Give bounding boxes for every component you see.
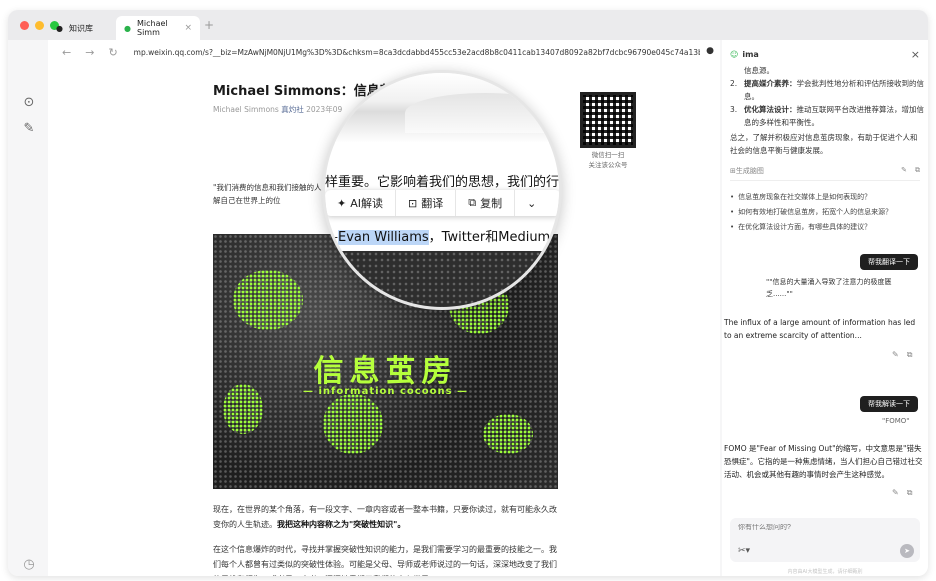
copy-icon: ⧉ xyxy=(468,196,477,209)
panel-header: ☺ ima × xyxy=(730,46,920,62)
copy-icon[interactable]: ⧉ xyxy=(915,166,920,176)
ima-logo-icon: ☺ xyxy=(730,49,739,59)
qr-caption-line: 微信扫一扫 xyxy=(591,151,625,159)
cover-title: 信息茧房 xyxy=(313,354,458,389)
title-bar: ● 知识库 ● Michael Simm × + xyxy=(8,10,928,40)
fomo-answer: FOMO 是"Fear of Missing Out"的缩写，中文意思是"错失恐… xyxy=(724,444,923,479)
article-author: Michael Simmons xyxy=(213,105,279,114)
answer-actions: ✎ ⧉ xyxy=(892,350,912,360)
pin-icon: ● xyxy=(56,23,63,33)
button-label: 复制 xyxy=(480,197,503,210)
left-rail: ⊙ ✎ ◷ xyxy=(8,40,48,576)
translate-request-bubble: 帮我翻译一下 xyxy=(860,254,918,270)
translate-icon: ⊡ xyxy=(408,196,418,210)
bookmark-icon[interactable]: ● xyxy=(706,46,714,56)
answer-body: 信息源。 2. 提高媒介素养：学会批判性地分析和评估所接收到的信息。 3. 优化… xyxy=(730,64,924,157)
mindmap-label: 生成脑图 xyxy=(735,167,764,175)
answer-actions: ⊞生成脑图 ✎ ⧉ xyxy=(730,166,920,176)
answer-text: 信息源。 xyxy=(744,66,774,75)
magnified-prefix: — xyxy=(325,230,338,245)
copy-icon[interactable]: ⧉ xyxy=(907,488,913,498)
magnified-line: 样重要。它影响着我们的思想，我们的行为， xyxy=(325,175,562,190)
wechat-icon: ● xyxy=(124,23,131,33)
qr-caption: 微信扫一扫 关注该公众号 xyxy=(568,150,648,170)
scissors-icon[interactable]: ✂▾ xyxy=(738,546,750,556)
paragraph-bold-text: 我把这种内容称之为"突破性知识"。 xyxy=(277,520,406,529)
suggested-questions: • 信息茧房现象在社交媒体上是如何表现的？ • 如何有效地打破信息茧房，拓宽个人的信… xyxy=(730,190,924,235)
qr-caption-line: 关注该公众号 xyxy=(588,161,628,169)
sparkle-icon: ✦ xyxy=(337,196,347,210)
history-icon[interactable]: ◷ xyxy=(22,558,36,572)
close-window-button[interactable] xyxy=(20,21,29,30)
back-icon[interactable]: ← xyxy=(62,46,71,59)
edit-icon[interactable]: ✎ xyxy=(22,122,36,136)
copy-icon[interactable]: ⧉ xyxy=(907,350,913,360)
tab-label: Michael Simm xyxy=(136,19,168,37)
send-icon[interactable]: ➤ xyxy=(900,544,914,558)
magnifier-overlay: 样重要。它影响着我们的思想，我们的行为， ✦ AI解读 ⊡ 翻译 ⧉ 复制 ⌄ … xyxy=(322,70,562,310)
ima-side-panel: ☺ ima × 信息源。 2. 提高媒介素养：学会批判性地分析和评估所接收到的信… xyxy=(722,40,928,576)
translate-button[interactable]: ⊡ 翻译 xyxy=(396,190,457,216)
tab-knowledge-base[interactable]: ● 知识库 xyxy=(48,16,114,40)
url-field[interactable]: mp.weixin.qq.com/s?__biz=MzAwNjM0NjU1Mg%… xyxy=(134,48,700,57)
ai-explain-button[interactable]: ✦ AI解读 xyxy=(325,190,396,216)
edit-icon[interactable]: ✎ xyxy=(892,350,899,360)
chat-input[interactable] xyxy=(738,524,888,531)
article-paragraph: 现在，在世界的某个角落，有一段文字、一章内容或者一整本书籍，只要你读过，就有可能… xyxy=(213,502,563,532)
explain-request-bubble: 帮我解读一下 xyxy=(860,396,918,412)
browser-window: ● 知识库 ● Michael Simm × + ⊙ ✎ ◷ ← → ↻ mp.… xyxy=(8,10,928,576)
chat-input-box: ✂▾ ➤ xyxy=(730,518,920,562)
panel-title: ima xyxy=(742,49,759,59)
forward-icon[interactable]: → xyxy=(85,46,94,59)
qr-code xyxy=(580,92,636,148)
answer-list-item: 3. 优化算法设计：推动互联网平台改进推荐算法，增加信息的多样性和平衡性。 xyxy=(730,103,924,129)
answer-actions: ✎ ⧉ xyxy=(892,488,912,498)
suggestion-text: 如何有效地打破信息茧房，拓宽个人的信息来源？ xyxy=(738,208,893,216)
suggestion-item[interactable]: • 信息茧房现象在社交媒体上是如何表现的？ xyxy=(730,190,924,205)
article-meta: Michael Simmons 真灼社 2023年09 xyxy=(213,104,342,115)
answer-summary: 总之，了解并积极应对信息茧房现象，有助于促进个人和社会的信息平衡与健康发展。 xyxy=(730,133,918,155)
list-number: 3. xyxy=(730,105,738,114)
magnified-selection-line: —Evan Williams，Twitter和Medium的联合创 xyxy=(325,226,562,245)
list-number: 2. xyxy=(730,79,738,88)
tab-article[interactable]: ● Michael Simm × xyxy=(116,16,200,40)
suggestion-item[interactable]: • 如何有效地打破信息茧房，拓宽个人的信息来源？ xyxy=(730,205,924,220)
location-icon[interactable]: ⊙ xyxy=(22,96,36,110)
quoted-term: "FOMO" xyxy=(882,417,910,425)
new-tab-icon[interactable]: + xyxy=(204,18,214,32)
list-bold: 提高媒介素养： xyxy=(744,79,797,88)
disclaimer: 内容由AI大模型生成，请仔细甄别 xyxy=(787,569,863,575)
address-bar: ← → ↻ mp.weixin.qq.com/s?__biz=MzAwNjM0N… xyxy=(48,40,720,64)
close-panel-icon[interactable]: × xyxy=(911,48,920,61)
button-label: AI解读 xyxy=(350,197,383,210)
edit-icon[interactable]: ✎ xyxy=(901,166,907,176)
list-bold: 优化算法设计： xyxy=(744,105,797,114)
suggestion-text: 在优化算法设计方面，有哪些具体的建议？ xyxy=(738,223,872,231)
more-options-button[interactable]: ⌄ xyxy=(515,190,548,216)
quoted-text: ""信息的大量涌入导致了注意力的极度匮乏......"" xyxy=(766,278,892,298)
translation-answer: The influx of a large amount of informat… xyxy=(724,318,916,340)
copy-button[interactable]: ⧉ 复制 xyxy=(456,190,516,216)
magnified-rest: ，Twitter和Medium的联合创 xyxy=(428,230,562,245)
edit-icon[interactable]: ✎ xyxy=(892,488,899,498)
minimize-window-button[interactable] xyxy=(35,21,44,30)
suggestion-text: 信息茧房现象在社交媒体上是如何表现的？ xyxy=(738,193,872,201)
selected-text[interactable]: Evan Williams xyxy=(338,230,429,245)
suggestion-item[interactable]: • 在优化算法设计方面，有哪些具体的建议？ xyxy=(730,220,924,235)
magnified-text: 样重要。它影响着我们的思想，我们的行为， xyxy=(325,171,562,190)
article-source[interactable]: 真灼社 xyxy=(281,105,304,114)
tab-label: 知识库 xyxy=(68,23,93,33)
cover-subtitle: — information cocoons — xyxy=(302,386,469,397)
chevron-down-icon: ⌄ xyxy=(527,196,537,210)
mindmap-button[interactable]: ⊞生成脑图 xyxy=(730,166,764,176)
button-label: 翻译 xyxy=(421,197,444,210)
article-paragraph: 在这个信息爆炸的时代，寻找并掌握突破性知识的能力，是我们需要学习的最重要的技能之… xyxy=(213,545,557,576)
selection-toolbar: ✦ AI解读 ⊡ 翻译 ⧉ 复制 ⌄ xyxy=(325,190,559,216)
answer-list-item: 2. 提高媒介素养：学会批判性地分析和评估所接收到的信息。 xyxy=(730,77,924,103)
close-icon[interactable]: × xyxy=(184,23,192,33)
reload-icon[interactable]: ↻ xyxy=(108,46,117,59)
